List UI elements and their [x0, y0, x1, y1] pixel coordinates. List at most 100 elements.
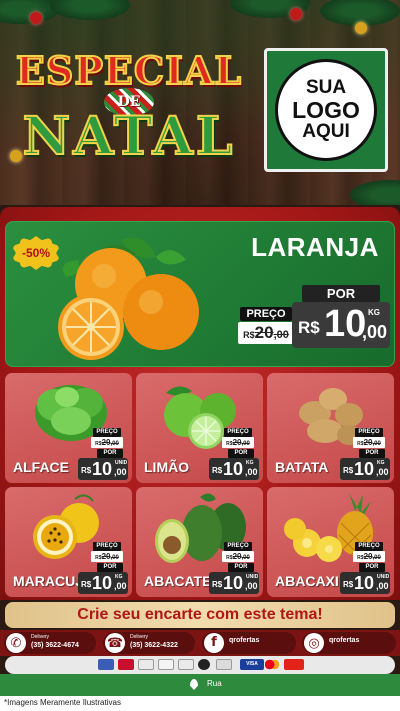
unit: UNID [377, 574, 390, 580]
new-price-label: POR [97, 563, 123, 572]
card-icon [118, 659, 134, 670]
price-integer: 10 [354, 459, 375, 479]
phone-label: Delivery [130, 634, 149, 640]
currency: R$ [81, 466, 92, 475]
phone-number: (35) 3622-4322 [130, 642, 178, 649]
whatsapp-label: Delivery [31, 634, 50, 640]
old-decimal: ,00 [110, 555, 119, 561]
old-decimal: ,00 [241, 441, 250, 447]
facebook-icon: f [204, 633, 224, 653]
new-price-label: POR [359, 449, 385, 458]
featured-old-currency: R$ [243, 330, 255, 340]
featured-price-decimal: ,00 [362, 322, 388, 342]
instagram-handle: qrofertas [329, 637, 360, 644]
ornament-icon [30, 12, 42, 24]
new-price-label: POR [359, 563, 385, 572]
old-price-label: PREÇO [224, 542, 252, 551]
product-name: ABACAXI [275, 573, 339, 589]
unit: KG [377, 460, 385, 466]
visa-card: VISA [240, 659, 264, 670]
product-price: R$ 10 KG ,00 [340, 458, 390, 480]
old-price: R$20,00 [353, 551, 385, 562]
product-name: BATATA [275, 459, 329, 475]
unit: KG [246, 460, 254, 466]
create-flyer-button[interactable]: Crie seu encarte com este tema! [5, 602, 395, 628]
mastercard-icon [264, 659, 280, 670]
price-decimal: ,00 [376, 581, 389, 591]
unit: UNID [246, 574, 259, 580]
currency: R$ [212, 466, 223, 475]
logo-text-line2: LOGO [292, 96, 360, 123]
product-price: R$ 10 KG ,00 [209, 458, 259, 480]
featured-old-price-label: PREÇO [240, 307, 292, 321]
address-bar [0, 674, 400, 696]
price-integer: 10 [92, 573, 113, 593]
instagram-icon: ◎ [304, 633, 324, 653]
featured-old-integer: 20 [254, 323, 274, 342]
old-price: R$20,00 [353, 437, 385, 448]
new-price-label: POR [228, 563, 254, 572]
product-price: R$ 10 UNID ,00 [78, 458, 128, 480]
old-price: R$20,00 [222, 551, 254, 562]
product-price: R$ 10 KG ,00 [78, 572, 128, 594]
featured-price: R$ 10 KG ,00 [292, 302, 390, 348]
logo-text-line3: AQUI [302, 121, 350, 143]
currency: R$ [212, 580, 223, 589]
old-price-label: PREÇO [93, 542, 121, 551]
old-price-label: PREÇO [355, 542, 383, 551]
price-decimal: ,00 [114, 467, 127, 477]
featured-old-price: R$20,00 [238, 322, 294, 344]
pine-branch-decoration [50, 0, 130, 20]
old-price-label: PREÇO [224, 428, 252, 437]
price-decimal: ,00 [114, 581, 127, 591]
product-name: LIMÃO [144, 459, 190, 475]
card-icon [178, 659, 194, 670]
card-icon [284, 659, 304, 670]
pine-branch-decoration [350, 180, 400, 205]
old-decimal: ,00 [110, 441, 119, 447]
currency: R$ [81, 580, 92, 589]
logo-text-line1: SUA [305, 76, 347, 98]
price-integer: 10 [223, 573, 244, 593]
price-decimal: ,00 [376, 467, 389, 477]
product-name: ALFACE [13, 459, 69, 475]
currency: R$ [343, 466, 354, 475]
product-price: R$ 10 UNID ,00 [340, 572, 390, 594]
price-decimal: ,00 [245, 581, 258, 591]
unit: UNID [115, 460, 128, 466]
price-integer: 10 [223, 459, 244, 479]
whatsapp-phone: (35) 3622-4674 [31, 642, 79, 649]
title-natal: NATAL [22, 105, 236, 168]
old-price-label: PREÇO [355, 428, 383, 437]
featured-new-price-label: POR [302, 285, 380, 302]
address-text: Rua [207, 679, 222, 688]
product-name: ABACATE [144, 573, 212, 589]
featured-currency: R$ [298, 318, 320, 337]
old-decimal: ,00 [372, 555, 381, 561]
facebook-handle: qrofertas [229, 637, 260, 644]
currency: R$ [343, 580, 354, 589]
old-price: R$20,00 [222, 437, 254, 448]
new-price-label: POR [228, 449, 254, 458]
old-price: R$20,00 [91, 437, 123, 448]
unit: KG [115, 574, 123, 580]
price-decimal: ,00 [245, 467, 258, 477]
old-price: R$20,00 [91, 551, 123, 562]
ornament-icon [355, 22, 367, 34]
card-icon [216, 659, 232, 670]
phone-icon: ☎ [105, 633, 125, 653]
title-especial: ESPECIAL [15, 47, 243, 94]
featured-product-name: LARANJA [251, 232, 379, 262]
whatsapp-icon: ✆ [6, 633, 26, 653]
featured-unit: KG [368, 308, 380, 317]
card-icon [138, 659, 154, 670]
logo-placeholder[interactable]: SUA LOGO AQUI [264, 48, 388, 172]
featured-price-integer: 10 [324, 303, 367, 345]
ornament-icon [290, 8, 302, 20]
old-decimal: ,00 [241, 555, 250, 561]
old-decimal: ,00 [372, 441, 381, 447]
card-icon [98, 659, 114, 670]
price-integer: 10 [92, 459, 113, 479]
product-price: R$ 10 UNID ,00 [209, 572, 259, 594]
card-icon [158, 659, 174, 670]
